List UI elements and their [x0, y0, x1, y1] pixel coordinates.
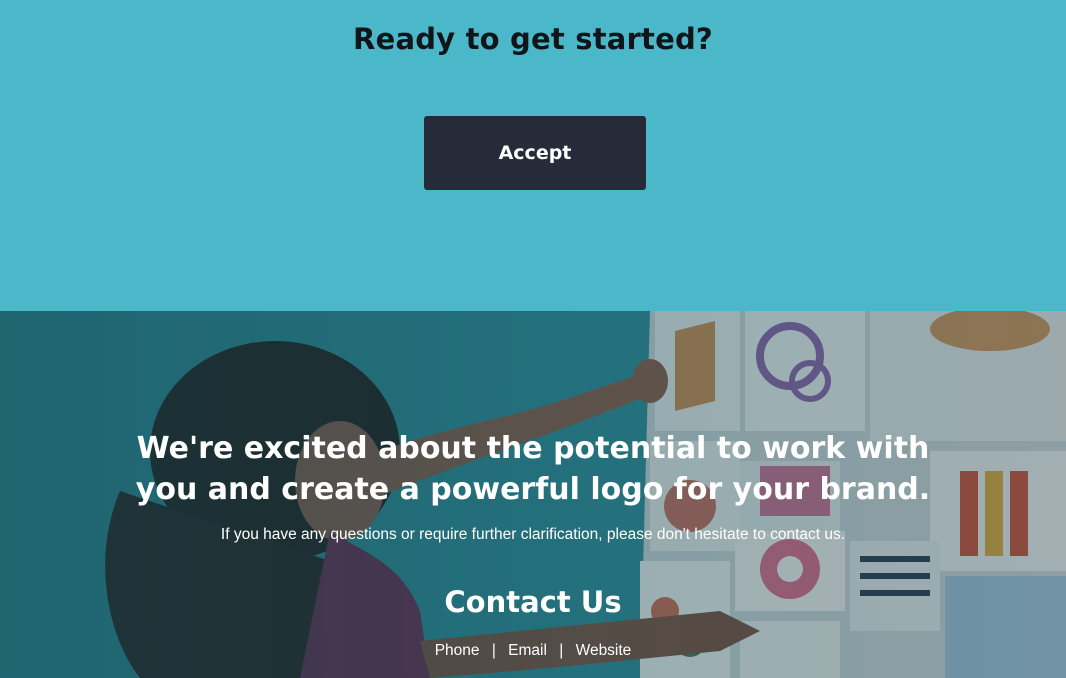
email-link[interactable]: Email [508, 642, 547, 659]
hero-heading: We're excited about the potential to wor… [133, 428, 933, 510]
contact-links: Phone | Email | Website [0, 642, 1066, 660]
cta-section: Ready to get started? Accept [0, 0, 1066, 311]
link-separator: | [559, 642, 564, 659]
hero-heading-line1: We're excited about the potential to wor… [136, 431, 930, 466]
contact-us-title: Contact Us [444, 585, 622, 619]
cta-title: Ready to get started? [353, 22, 713, 56]
website-link[interactable]: Website [576, 642, 632, 659]
phone-link[interactable]: Phone [435, 642, 480, 659]
hero-subtext: If you have any questions or require fur… [220, 526, 846, 543]
link-separator: | [491, 642, 496, 659]
accept-button[interactable]: Accept [424, 116, 646, 190]
contact-hero-section: We're excited about the potential to wor… [0, 311, 1066, 678]
hero-heading-line2: you and create a powerful logo for your … [135, 472, 931, 507]
